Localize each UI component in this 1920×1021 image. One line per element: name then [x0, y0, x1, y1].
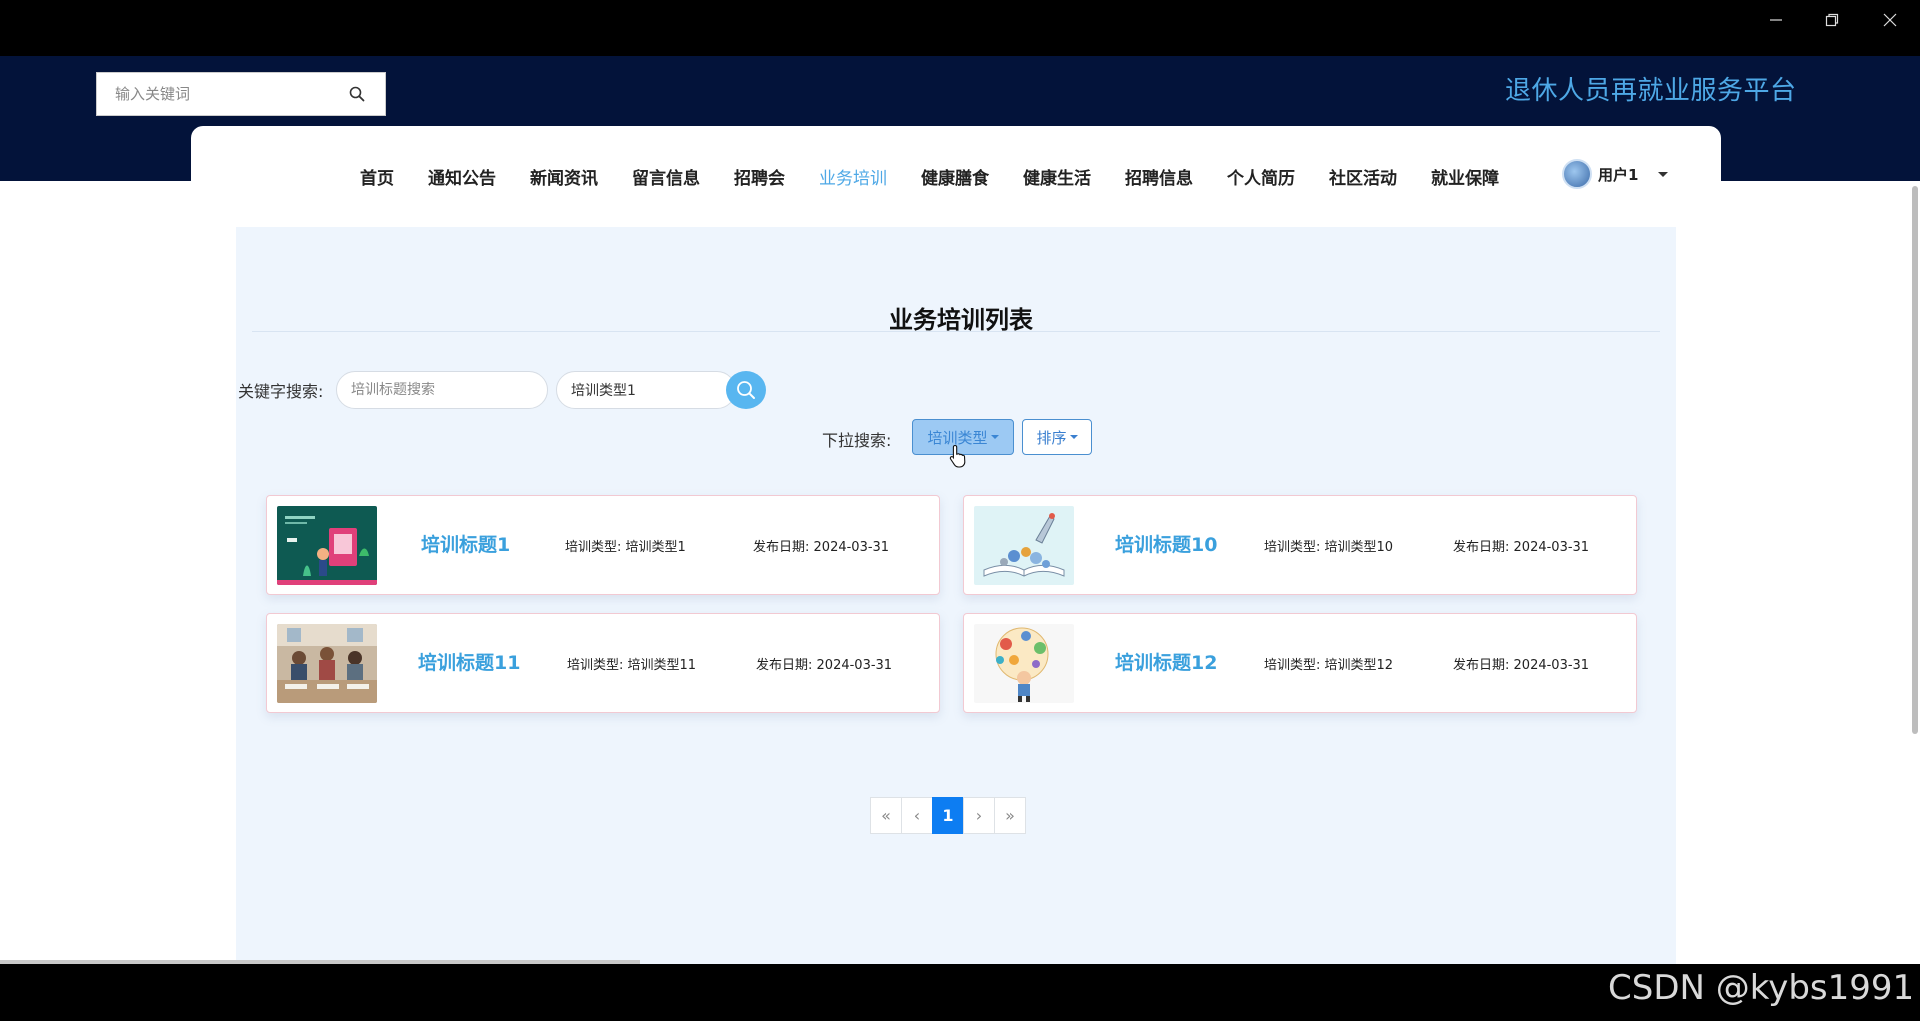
nav-item-training[interactable]: 业务培训: [819, 164, 887, 189]
hand-cursor-icon: [949, 444, 967, 472]
title-divider: [252, 331, 1660, 332]
dropdown-search-label: 下拉搜索:: [822, 431, 892, 450]
prev-page-button[interactable]: ‹: [901, 797, 933, 834]
training-thumbnail: [277, 624, 377, 703]
site-title: 退休人员再就业服务平台: [1505, 76, 1797, 106]
card-date: 发布日期: 2024-03-31: [753, 540, 890, 555]
user-menu[interactable]: 用户1: [1562, 159, 1669, 189]
training-thumbnail: [277, 506, 377, 585]
nav-item-notices[interactable]: 通知公告: [428, 164, 496, 189]
title-search-input[interactable]: [336, 371, 548, 409]
training-card[interactable]: 培训标题1 培训类型: 培训类型1 发布日期: 2024-03-31: [266, 495, 940, 595]
main-nav: 首页 通知公告 新闻资讯 留言信息 招聘会 业务培训 健康膳食 健康生活 招聘信…: [360, 160, 1533, 192]
restore-icon[interactable]: [1804, 0, 1860, 40]
first-page-button[interactable]: «: [870, 797, 902, 834]
nav-item-resume[interactable]: 个人简历: [1227, 164, 1295, 189]
card-date: 发布日期: 2024-03-31: [1453, 540, 1590, 555]
user-name: 用户1: [1598, 165, 1639, 184]
page-title: 业务培训列表: [889, 306, 1033, 334]
header-search: [96, 72, 386, 116]
card-title: 培训标题10: [1115, 534, 1218, 556]
vertical-scrollbar[interactable]: [1912, 186, 1918, 734]
content-panel: [236, 227, 1676, 964]
card-date: 发布日期: 2024-03-31: [1453, 658, 1590, 673]
nav-item-messages[interactable]: 留言信息: [632, 164, 700, 189]
nav-item-home[interactable]: 首页: [360, 164, 394, 189]
training-card[interactable]: 培训标题11 培训类型: 培训类型11 发布日期: 2024-03-31: [266, 613, 940, 713]
keyword-search-label: 关键字搜索:: [238, 382, 324, 401]
sort-dropdown-label: 排序: [1036, 428, 1067, 447]
nav-item-healthy-life[interactable]: 健康生活: [1023, 164, 1091, 189]
search-icon[interactable]: [337, 74, 377, 114]
last-page-button[interactable]: »: [994, 797, 1026, 834]
training-card[interactable]: 培训标题10 培训类型: 培训类型10 发布日期: 2024-03-31: [963, 495, 1637, 595]
type-search-input[interactable]: [556, 371, 736, 409]
card-title: 培训标题11: [418, 652, 521, 674]
nav-item-community[interactable]: 社区活动: [1329, 164, 1397, 189]
caret-down-icon: [1069, 435, 1078, 439]
watermark: CSDN @kybs1991: [1608, 968, 1915, 1008]
card-type: 培训类型: 培训类型1: [565, 540, 686, 555]
card-type: 培训类型: 培训类型12: [1264, 658, 1394, 673]
nav-item-security[interactable]: 就业保障: [1431, 164, 1499, 189]
training-card[interactable]: 培训标题12 培训类型: 培训类型12 发布日期: 2024-03-31: [963, 613, 1637, 713]
sort-dropdown-button[interactable]: 排序: [1022, 419, 1092, 455]
training-thumbnail: [974, 506, 1074, 585]
training-thumbnail: [974, 624, 1074, 703]
pagination: « ‹ 1 › »: [870, 797, 1026, 834]
avatar: [1562, 159, 1592, 189]
card-date: 发布日期: 2024-03-31: [756, 658, 893, 673]
caret-down-icon: [990, 435, 999, 439]
search-icon: [737, 381, 755, 399]
nav-item-healthy-diet[interactable]: 健康膳食: [921, 164, 989, 189]
window-titlebar: [0, 0, 1920, 56]
minimize-icon[interactable]: [1748, 0, 1804, 40]
page-1-button[interactable]: 1: [932, 797, 964, 834]
close-icon[interactable]: [1862, 0, 1918, 40]
card-title: 培训标题1: [421, 534, 511, 556]
chevron-down-icon: [1658, 171, 1669, 177]
card-type: 培训类型: 培训类型11: [567, 658, 697, 673]
nav-item-job-fair[interactable]: 招聘会: [734, 164, 785, 189]
header-search-input[interactable]: [97, 74, 337, 114]
nav-item-news[interactable]: 新闻资讯: [530, 164, 598, 189]
card-type: 培训类型: 培训类型10: [1264, 540, 1394, 555]
card-title: 培训标题12: [1115, 652, 1218, 674]
nav-item-job-info[interactable]: 招聘信息: [1125, 164, 1193, 189]
search-button[interactable]: [726, 371, 766, 409]
next-page-button[interactable]: ›: [963, 797, 995, 834]
